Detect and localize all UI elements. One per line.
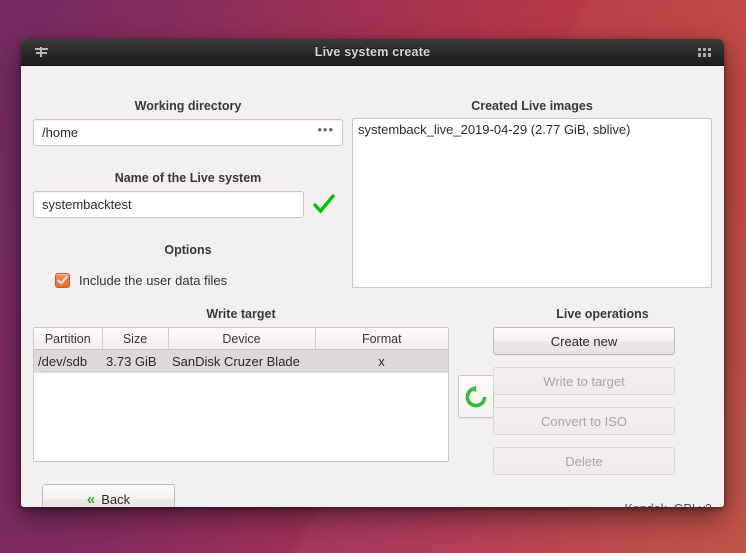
create-new-button-label: Create new bbox=[550, 333, 618, 349]
double-chevron-left-icon: « bbox=[86, 490, 96, 507]
refresh-button[interactable] bbox=[458, 375, 494, 418]
working-directory-value: /home bbox=[42, 125, 79, 140]
menu-icon[interactable] bbox=[28, 39, 54, 65]
table-row[interactable]: /dev/sdb 3.73 GiB SanDisk Cruzer Blade x bbox=[34, 349, 448, 373]
back-button-label: Back bbox=[101, 491, 131, 507]
delete-button[interactable]: Delete bbox=[493, 447, 675, 475]
checkmark-icon bbox=[57, 275, 68, 285]
include-user-data-label: Include the user data files bbox=[79, 273, 228, 288]
include-user-data-checkbox-row[interactable]: Include the user data files bbox=[55, 273, 227, 288]
delete-button-label: Delete bbox=[565, 453, 603, 469]
working-directory-label: Working directory bbox=[134, 99, 242, 113]
window-titlebar[interactable]: Live system create bbox=[21, 39, 724, 66]
partition-table: Partition Size Device Format /dev/sdb 3.… bbox=[34, 328, 448, 373]
cell-format: x bbox=[315, 349, 448, 373]
cell-partition: /dev/sdb bbox=[34, 349, 102, 373]
live-system-name-value: systembacktest bbox=[42, 197, 132, 212]
convert-to-iso-button-label: Convert to ISO bbox=[541, 413, 627, 429]
convert-to-iso-button[interactable]: Convert to ISO bbox=[493, 407, 675, 435]
write-target-table[interactable]: Partition Size Device Format /dev/sdb 3.… bbox=[33, 327, 449, 462]
window-title: Live system create bbox=[314, 45, 431, 59]
grid-dots-icon-glyph bbox=[697, 47, 711, 57]
write-to-target-button-label: Write to target bbox=[543, 373, 625, 389]
window-content: Working directory /home ••• Name of the … bbox=[21, 66, 724, 507]
live-operations-label: Live operations bbox=[556, 307, 649, 321]
write-target-label: Write target bbox=[206, 307, 276, 321]
write-to-target-button[interactable]: Write to target bbox=[493, 367, 675, 395]
live-system-create-window: Live system create Working directory /ho… bbox=[21, 39, 724, 507]
menu-icon-glyph bbox=[34, 46, 48, 58]
back-button[interactable]: « Back bbox=[42, 484, 175, 507]
live-system-name-label: Name of the Live system bbox=[114, 171, 262, 185]
options-label: Options bbox=[164, 243, 212, 257]
column-header-partition[interactable]: Partition bbox=[34, 328, 103, 350]
grid-dots-icon[interactable] bbox=[691, 39, 717, 65]
live-system-name-input[interactable]: systembacktest bbox=[33, 191, 304, 218]
working-directory-input[interactable]: /home ••• bbox=[33, 119, 343, 146]
footer-credit: Kendek, GPLv3 bbox=[492, 502, 712, 507]
list-item[interactable]: systemback_live_2019-04-29 (2.77 GiB, sb… bbox=[353, 119, 711, 137]
create-new-button[interactable]: Create new bbox=[493, 327, 675, 355]
green-check-icon-glyph bbox=[312, 193, 336, 214]
include-user-data-checkbox[interactable] bbox=[55, 273, 70, 288]
column-header-format[interactable]: Format bbox=[315, 328, 448, 350]
column-header-size[interactable]: Size bbox=[102, 328, 169, 350]
table-header-row: Partition Size Device Format bbox=[34, 328, 448, 350]
created-live-images-label: Created Live images bbox=[471, 99, 593, 113]
refresh-icon bbox=[465, 384, 487, 407]
column-header-device[interactable]: Device bbox=[168, 328, 316, 350]
browse-folder-button[interactable]: ••• bbox=[317, 123, 334, 138]
cell-size: 3.73 GiB bbox=[102, 349, 168, 373]
green-check-icon bbox=[311, 190, 337, 216]
created-live-images-list[interactable]: systemback_live_2019-04-29 (2.77 GiB, sb… bbox=[352, 118, 712, 288]
cell-device: SanDisk Cruzer Blade bbox=[168, 349, 315, 373]
